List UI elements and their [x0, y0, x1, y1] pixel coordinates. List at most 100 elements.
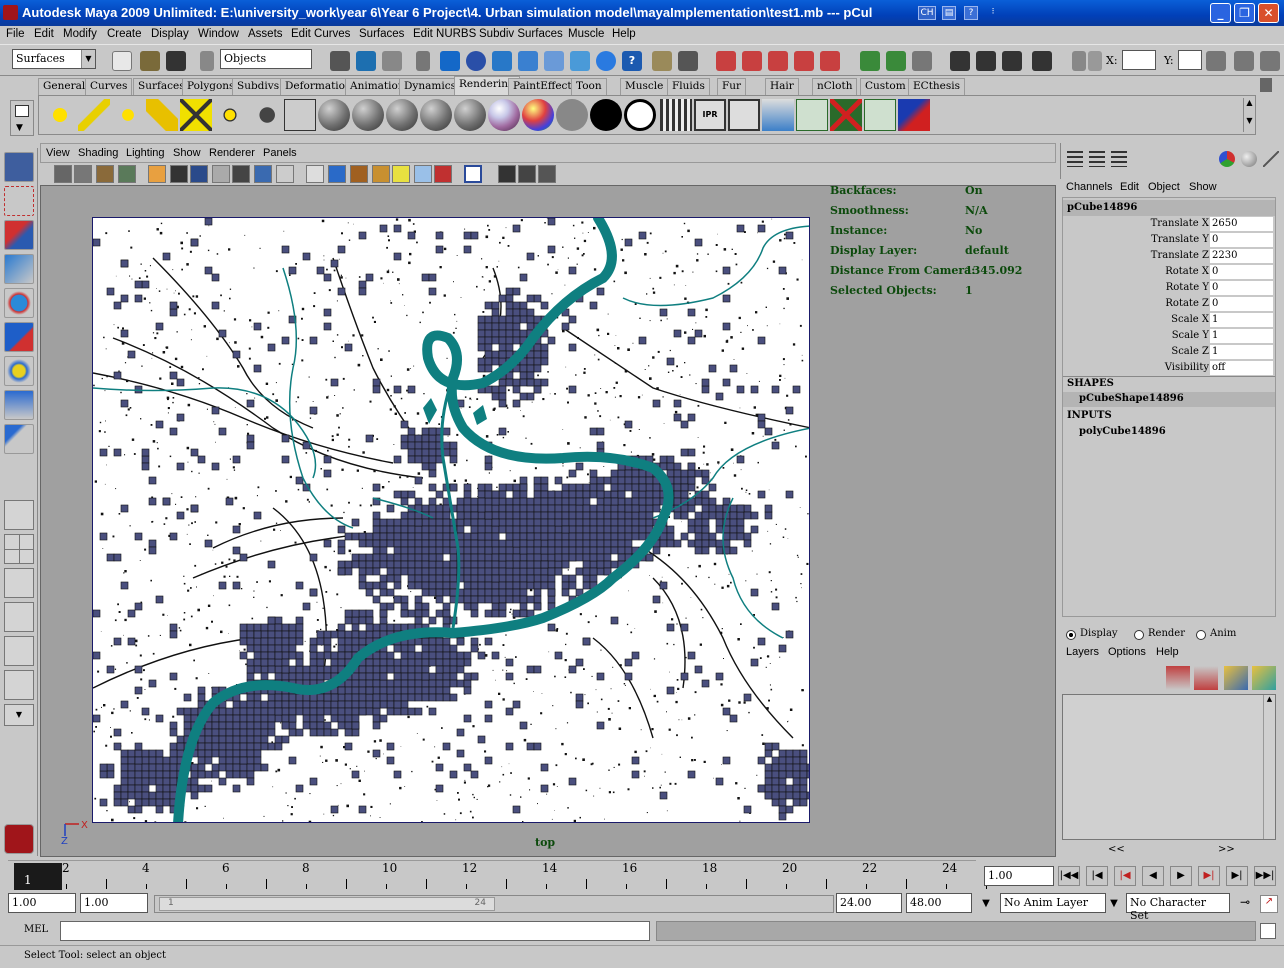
shadows-icon[interactable] — [372, 165, 390, 183]
layer-list[interactable]: ▲ — [1062, 694, 1276, 840]
wireframe-icon[interactable] — [232, 165, 250, 183]
phong-e-shader-icon[interactable] — [420, 99, 452, 131]
ipr-render-icon[interactable] — [976, 51, 996, 71]
help-icon[interactable]: ? — [964, 6, 978, 20]
snap-view-plane-icon[interactable] — [794, 51, 814, 71]
component-mode-icon[interactable] — [382, 51, 402, 71]
select-rendering-icon[interactable] — [596, 51, 616, 71]
tool-settings-toggle-icon[interactable] — [1260, 51, 1280, 71]
shelf-tab-ecthesis[interactable]: ECthesis — [908, 78, 966, 95]
menu-file[interactable]: File — [6, 28, 25, 40]
soft-modification-icon[interactable] — [4, 390, 34, 420]
shelf-menu-button[interactable]: ▼ — [10, 100, 34, 136]
display-mode-radio[interactable] — [1066, 630, 1076, 640]
channel-row-translate-x[interactable]: Translate X 2650 — [1063, 216, 1275, 232]
language-badge[interactable]: CH — [918, 6, 936, 20]
layout-single-pane-icon[interactable] — [4, 500, 34, 530]
high-quality-icon[interactable] — [434, 165, 452, 183]
layer-editor-view-icon[interactable] — [1089, 151, 1105, 167]
command-language-label[interactable]: MEL — [24, 924, 48, 935]
volume-light-icon[interactable] — [214, 99, 246, 131]
character-set-selector[interactable]: No Character Set — [1126, 893, 1230, 922]
render-view-icon[interactable] — [660, 99, 692, 131]
save-scene-icon[interactable] — [166, 51, 186, 71]
channel-value[interactable]: 2230 — [1210, 249, 1273, 263]
default-lighting-icon[interactable] — [328, 165, 346, 183]
select-joints-icon[interactable] — [466, 51, 486, 71]
film-gate-icon[interactable] — [170, 165, 188, 183]
urban-simulation-map[interactable] — [92, 217, 810, 823]
channel-row-scale-y[interactable]: Scale Y1 — [1063, 328, 1275, 344]
shelf-scrollbar[interactable]: ▲ ▼ — [1243, 98, 1255, 132]
shelf-tab-subdivs[interactable]: Subdivs — [232, 78, 285, 95]
current-time-field[interactable]: 1.00 — [984, 866, 1054, 886]
smooth-shade-icon[interactable] — [254, 165, 272, 183]
script-editor-icon[interactable] — [1260, 923, 1276, 939]
panel-menu-renderer[interactable]: Renderer — [209, 147, 255, 159]
select-camera-icon[interactable] — [54, 165, 72, 183]
animation-prefs-icon[interactable]: ↗ — [1260, 895, 1278, 913]
camera-icon[interactable] — [248, 99, 280, 131]
lambert-shader-icon[interactable] — [318, 99, 350, 131]
layout-persp-graph-icon[interactable] — [4, 602, 34, 632]
layers-menu[interactable]: Layers — [1066, 646, 1099, 658]
layout-hypershade-persp-icon[interactable] — [4, 636, 34, 666]
lasso-tool-icon[interactable] — [4, 186, 34, 216]
menu-edit-nurbs[interactable]: Edit NURBS — [413, 28, 476, 40]
channel-value[interactable]: 0 — [1210, 281, 1273, 295]
channel-value[interactable]: 1 — [1210, 345, 1273, 359]
keyboard-icon[interactable]: ▤ — [942, 6, 956, 20]
playback-end-field[interactable]: 24.00 — [836, 893, 902, 913]
shelf-tab-general[interactable]: General — [38, 78, 91, 95]
layer-help-menu[interactable]: Help — [1156, 646, 1179, 658]
select-surfaces-icon[interactable] — [518, 51, 538, 71]
scale-tool-icon[interactable] — [4, 322, 34, 352]
channel-value[interactable]: 1 — [1210, 313, 1273, 327]
channel-object-menu[interactable]: Object — [1148, 181, 1180, 193]
hypershade-icon[interactable] — [1032, 51, 1052, 71]
menu-surfaces[interactable]: Surfaces — [359, 28, 404, 40]
shape-node[interactable]: pCubeShape14896 — [1063, 392, 1275, 407]
speed-icon[interactable] — [1241, 151, 1257, 167]
point-light-icon[interactable] — [112, 99, 144, 131]
select-tool-icon[interactable] — [4, 152, 34, 182]
menu-set-selector[interactable]: Surfaces ▼ — [12, 49, 96, 69]
output-connections-icon[interactable] — [886, 51, 906, 71]
start-time-field[interactable]: 1.00 — [8, 893, 76, 913]
current-frame-marker[interactable] — [14, 863, 62, 890]
layer-next-button[interactable]: >> — [1218, 844, 1235, 855]
shelf-tab-toon[interactable]: Toon — [571, 78, 607, 95]
rotate-tool-icon[interactable] — [4, 288, 34, 318]
area-light-icon[interactable] — [180, 99, 212, 131]
channels-menu[interactable]: Channels — [1066, 181, 1112, 193]
move-layer-down-icon[interactable] — [1194, 666, 1218, 690]
channel-value[interactable]: off — [1210, 361, 1273, 375]
render-settings-icon[interactable] — [1002, 51, 1022, 71]
go-to-start-button[interactable]: |◀◀ — [1058, 866, 1080, 886]
layout-outliner-persp-icon[interactable] — [4, 568, 34, 598]
layout-four-panes-icon[interactable] — [4, 534, 34, 564]
step-forward-button[interactable]: ▶| — [1226, 866, 1248, 886]
channel-row-translate-y[interactable]: Translate Y0 — [1063, 232, 1275, 248]
relative-transform-icon[interactable] — [1088, 51, 1102, 71]
resolution-gate-icon[interactable] — [190, 165, 208, 183]
close-button[interactable]: ✕ — [1258, 3, 1279, 23]
menu-muscle[interactable]: Muscle — [568, 28, 604, 40]
camera-attributes-icon[interactable] — [74, 165, 92, 183]
channel-value[interactable]: 2650 — [1210, 217, 1273, 231]
snap-point-icon[interactable] — [768, 51, 788, 71]
shelf-tab-fur[interactable]: Fur — [717, 78, 747, 95]
select-misc-icon[interactable]: ? — [622, 51, 642, 71]
time-slider[interactable]: 1 2 4 6 8 10 12 14 16 18 20 22 24 — [8, 860, 987, 890]
object-mode-icon[interactable] — [356, 51, 376, 71]
input-node[interactable]: polyCube14896 — [1079, 426, 1166, 437]
channel-box-toggle-icon[interactable] — [1206, 51, 1226, 71]
show-manipulator-icon[interactable] — [4, 424, 34, 454]
select-dynamics-icon[interactable] — [570, 51, 590, 71]
new-scene-icon[interactable] — [112, 51, 132, 71]
graph-editor-toggle-icon[interactable] — [538, 165, 556, 183]
bookmarks-icon[interactable] — [96, 165, 114, 183]
menu-subdiv-surfaces[interactable]: Subdiv Surfaces — [479, 28, 563, 40]
selection-mode-menu-icon[interactable] — [200, 51, 214, 71]
shelf-tab-muscle[interactable]: Muscle — [620, 78, 669, 95]
